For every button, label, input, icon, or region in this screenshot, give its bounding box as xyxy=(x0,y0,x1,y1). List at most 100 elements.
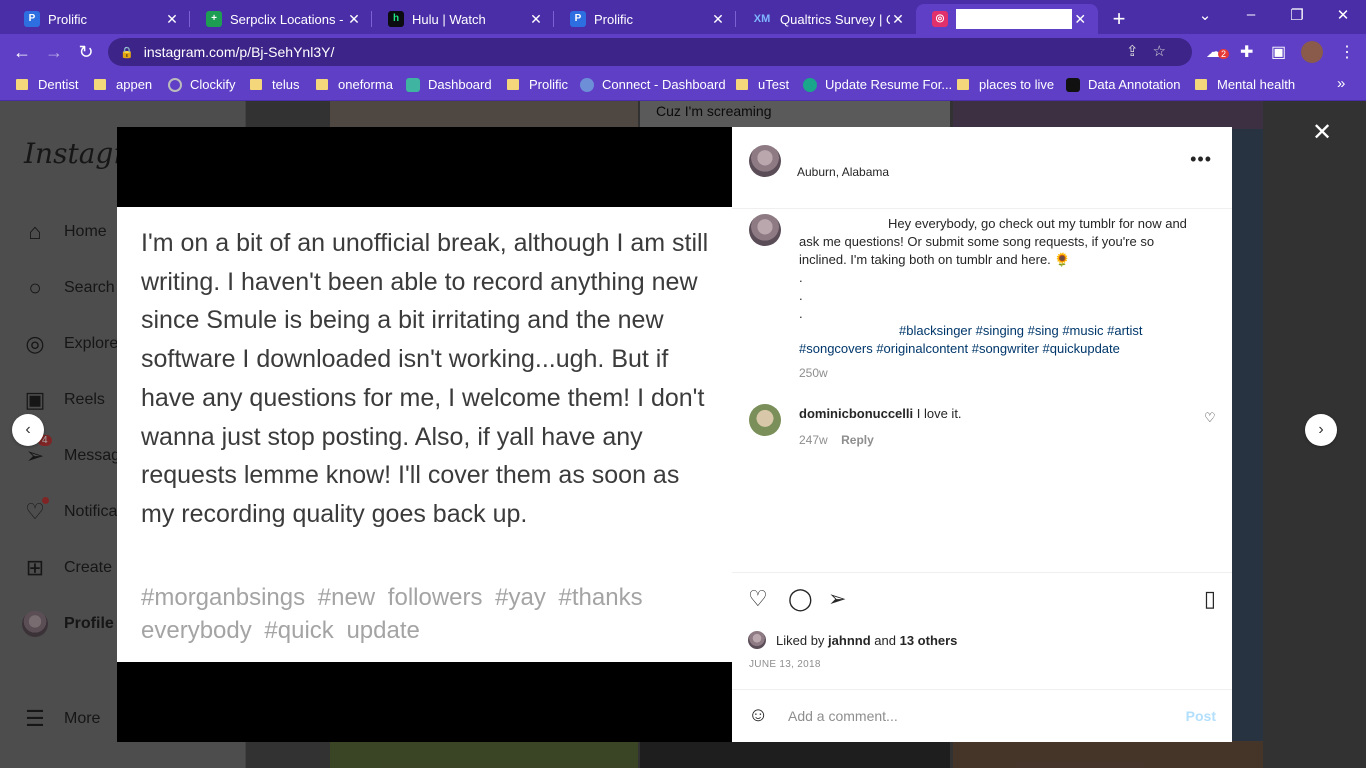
post-media[interactable]: I'm on a bit of an unofficial break, alt… xyxy=(117,127,732,742)
qualtrics-icon: XM xyxy=(753,13,771,25)
close-modal-button[interactable]: ✕ xyxy=(1311,118,1333,147)
emoji-icon[interactable]: ☺ xyxy=(748,704,768,727)
comment-username[interactable]: dominicbonuccelli xyxy=(799,406,913,421)
bookmark-telus[interactable]: telus xyxy=(250,77,299,92)
close-icon[interactable]: ✕ xyxy=(346,11,362,28)
caption-age: 250w xyxy=(799,366,828,380)
post-date: JUNE 13, 2018 xyxy=(749,659,821,670)
prolific-icon: P xyxy=(24,11,40,27)
dashboard-icon xyxy=(406,77,420,92)
forward-button[interactable]: → xyxy=(44,42,64,63)
more-options-icon[interactable]: ••• xyxy=(1190,149,1212,170)
reply-button[interactable]: Reply xyxy=(841,433,874,447)
caption-author-avatar[interactable] xyxy=(749,214,781,246)
next-post-button[interactable]: › xyxy=(1305,414,1337,446)
lock-icon: 🔒 xyxy=(120,46,134,59)
tab-instagram[interactable]: ◎ ✕ xyxy=(916,4,1098,34)
close-icon[interactable]: ✕ xyxy=(710,11,726,28)
bookmark-prolific[interactable]: Prolific xyxy=(507,77,568,92)
tab-label: Qualtrics Survey | Qua xyxy=(780,11,890,27)
close-icon[interactable]: ✕ xyxy=(528,11,544,28)
tab-search-icon[interactable]: ⌄ xyxy=(1195,6,1215,24)
share-send-icon[interactable]: ➢ xyxy=(828,586,846,612)
liked-others[interactable]: 13 others xyxy=(900,633,958,648)
connect-icon xyxy=(580,77,594,92)
data-annotation-icon xyxy=(1066,77,1080,92)
tab-qualtrics[interactable]: XM Qualtrics Survey | Qua ✕ xyxy=(736,4,916,34)
author-avatar[interactable] xyxy=(749,145,781,177)
comment-input[interactable]: Add a comment... xyxy=(788,708,898,724)
commenter-avatar[interactable] xyxy=(749,404,781,436)
liker-avatar[interactable] xyxy=(748,631,766,649)
back-button[interactable]: ← xyxy=(12,42,32,63)
bookmark-star-icon[interactable]: ☆ xyxy=(1153,43,1180,60)
caption-hashtags[interactable]: #blacksinger #singing #sing #music #arti… xyxy=(799,322,1191,358)
close-icon[interactable]: ✕ xyxy=(164,11,180,28)
folder-icon xyxy=(736,79,748,90)
tab-label: Prolific xyxy=(48,11,88,27)
bookmark-clockify[interactable]: Clockify xyxy=(168,77,236,92)
divider xyxy=(732,572,1232,573)
minimize-button[interactable]: – xyxy=(1241,6,1261,23)
tab-label: Hulu | Watch xyxy=(412,11,486,27)
liked-user[interactable]: jahnnd xyxy=(828,633,871,648)
close-icon[interactable]: ✕ xyxy=(890,11,906,28)
instagram-icon: ◎ xyxy=(932,11,948,27)
new-tab-button[interactable]: + xyxy=(1108,6,1130,32)
post-header: Auburn, Alabama ••• xyxy=(732,127,1232,209)
post-actions: ♡ ◯ ➢ ▯ xyxy=(748,586,1216,612)
post-comment-button[interactable]: Post xyxy=(1186,708,1216,724)
tab-serpclix[interactable]: + Serpclix Locations - Go ✕ xyxy=(190,4,372,34)
tab-strip: P Prolific ✕ + Serpclix Locations - Go ✕… xyxy=(0,0,1366,34)
comment-composer: ☺ Add a comment... Post xyxy=(732,689,1232,743)
like-heart-icon[interactable]: ♡ xyxy=(748,586,768,612)
clockify-icon xyxy=(168,77,182,92)
reload-button[interactable]: ↻ xyxy=(76,42,96,63)
bookmark-dentist[interactable]: Dentist xyxy=(16,77,78,92)
hulu-icon: h xyxy=(388,11,404,27)
caption-dot: . xyxy=(799,288,803,303)
window-close-button[interactable]: ✕ xyxy=(1333,6,1353,24)
toolbar: ← → ↻ 🔒 instagram.com/p/Bj-SehYnl3Y/ ⇪☆ … xyxy=(0,34,1366,70)
bookmark-appen[interactable]: appen xyxy=(94,77,152,92)
comment-meta: 247w Reply xyxy=(799,431,874,449)
tab-hulu[interactable]: h Hulu | Watch ✕ xyxy=(372,4,554,34)
profile-avatar[interactable] xyxy=(1301,41,1323,63)
comment: dominicbonuccelli I love it. xyxy=(799,406,962,421)
close-icon[interactable]: ✕ xyxy=(1072,11,1088,28)
folder-icon xyxy=(16,79,28,90)
post-details-panel: Auburn, Alabama ••• Hey everybody, go ch… xyxy=(732,127,1232,742)
folder-icon xyxy=(957,79,969,90)
likes-summary: Liked by jahnnd and 13 others xyxy=(748,631,957,649)
post-image-text: I'm on a bit of an unofficial break, alt… xyxy=(141,229,709,528)
bookmark-mental-health[interactable]: Mental health xyxy=(1195,77,1295,92)
maximize-button[interactable]: ❐ xyxy=(1287,6,1307,24)
bookmark-data-annotation[interactable]: Data Annotation xyxy=(1066,77,1181,92)
tab-label-redacted xyxy=(956,9,1073,29)
address-bar[interactable]: 🔒 instagram.com/p/Bj-SehYnl3Y/ ⇪☆ xyxy=(108,38,1192,66)
tab-prolific-2[interactable]: P Prolific ✕ xyxy=(554,4,736,34)
chatgpt-icon xyxy=(803,77,817,92)
prolific-icon: P xyxy=(570,11,586,27)
bookmark-places-to-live[interactable]: places to live xyxy=(957,77,1054,92)
previous-post-button[interactable]: ‹ xyxy=(12,414,44,446)
bookmark-oneforma[interactable]: oneforma xyxy=(316,77,393,92)
more-bookmarks-icon[interactable]: » xyxy=(1337,75,1345,92)
extension-cloud-icon[interactable]: ☁2 xyxy=(1206,42,1230,62)
caption-dot: . xyxy=(799,270,803,285)
bookmark-connect-dashboard[interactable]: Connect - Dashboard xyxy=(580,77,726,92)
side-panel-icon[interactable]: ▣ xyxy=(1271,42,1286,62)
bookmark-dashboard[interactable]: Dashboard xyxy=(406,77,492,92)
tab-prolific-1[interactable]: P Prolific ✕ xyxy=(8,4,190,34)
post-location[interactable]: Auburn, Alabama xyxy=(797,165,889,179)
bookmark-utest[interactable]: uTest xyxy=(736,77,789,92)
comment-like-heart-icon[interactable]: ♡ xyxy=(1204,410,1216,426)
bookmark-update-resume[interactable]: Update Resume For... xyxy=(803,77,952,92)
comment-bubble-icon[interactable]: ◯ xyxy=(788,586,813,612)
folder-icon xyxy=(1195,79,1207,90)
share-icon[interactable]: ⇪ xyxy=(1126,43,1153,60)
caption-dot: . xyxy=(799,306,803,321)
menu-kebab-icon[interactable]: ⋮ xyxy=(1339,42,1355,62)
save-bookmark-icon[interactable]: ▯ xyxy=(1204,586,1216,612)
extensions-puzzle-icon[interactable]: ✚ xyxy=(1240,42,1253,62)
